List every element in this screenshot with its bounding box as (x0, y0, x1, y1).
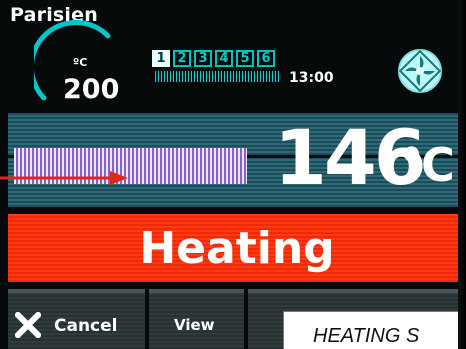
time-label: 13:00 (289, 70, 334, 86)
current-temperature-unit: °C (400, 138, 455, 192)
annotation-arrow-icon (0, 171, 128, 185)
step-selector: 1 2 3 4 5 6 (152, 50, 275, 67)
step-button[interactable]: 1 (152, 50, 170, 67)
step-button[interactable]: 5 (236, 50, 254, 67)
status-banner: Heating (8, 214, 466, 282)
setpoint-value[interactable]: 200 (63, 74, 119, 105)
status-text: Heating (139, 222, 335, 274)
step-button[interactable]: 2 (173, 50, 191, 67)
screen-bezel (458, 0, 466, 349)
oven-display: Parisien ºC 200 1 2 3 4 5 6 13:00 146 °C… (0, 0, 466, 349)
close-icon (15, 312, 41, 338)
cancel-label: Cancel (54, 316, 118, 336)
step-button[interactable]: 4 (215, 50, 233, 67)
step-button[interactable]: 6 (257, 50, 275, 67)
step-progress-bar (155, 71, 281, 82)
fan-icon[interactable] (397, 48, 443, 94)
view-label: View (174, 316, 215, 334)
step-button[interactable]: 3 (194, 50, 212, 67)
setpoint-unit: ºC (73, 56, 88, 69)
caption-text: HEATING S (313, 325, 420, 347)
